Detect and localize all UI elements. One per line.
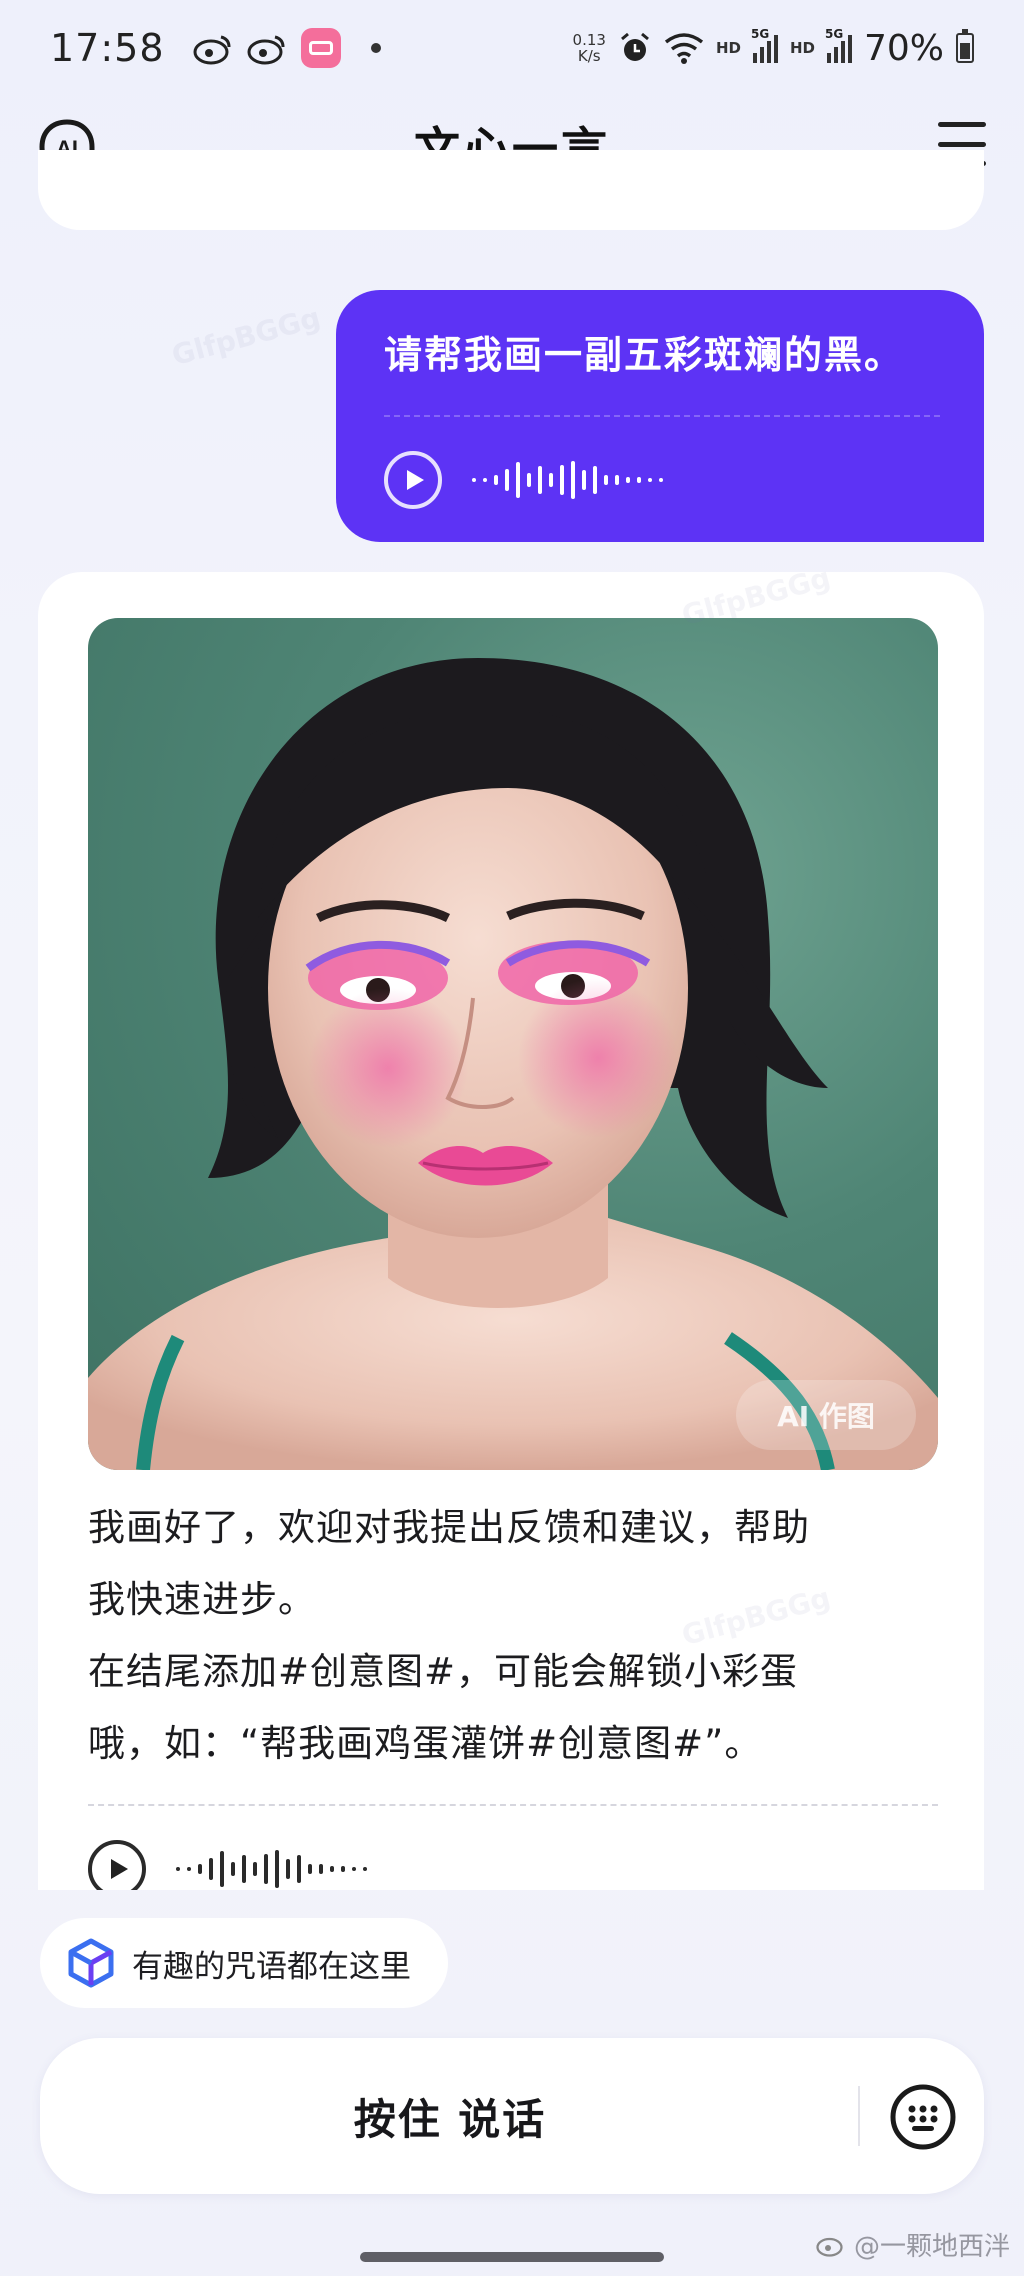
battery-percent: 70% — [863, 27, 944, 69]
waveform-bar — [242, 1855, 246, 1883]
waveform-bar — [538, 466, 542, 494]
waveform-bar — [659, 478, 663, 482]
ai-generated-badge: AI 作图 — [736, 1380, 916, 1450]
waveform-bar — [330, 1866, 334, 1872]
input-bar: 按住 说话 — [40, 2038, 984, 2194]
divider — [88, 1804, 938, 1806]
waveform-bar — [231, 1862, 235, 1876]
5g-label: 5G — [824, 27, 844, 41]
waveform-bar — [341, 1866, 345, 1872]
waveform-bar — [527, 473, 531, 487]
user-message-text: 请帮我画一副五彩斑斓的黑。 — [384, 333, 905, 377]
divider — [384, 415, 940, 417]
waveform-bar — [505, 469, 509, 491]
ai-text-line: 我快速进步。 — [88, 1578, 316, 1621]
signal-icon: 5G — [751, 27, 778, 63]
prompt-tips-chip[interactable]: 有趣的咒语都在这里 — [40, 1918, 448, 2008]
5g-label: 5G — [750, 27, 770, 41]
waveform-bar — [604, 475, 608, 485]
play-icon — [407, 470, 424, 490]
waveform-bar — [352, 1867, 356, 1871]
waveform-bar — [286, 1859, 290, 1879]
ai-response-card: AI 作图 我画好了，欢迎对我提出反馈和建议，帮助 我快速进步。 在结尾添加#创… — [38, 572, 984, 1890]
waveform-bar — [220, 1851, 224, 1887]
weibo-icon — [247, 33, 287, 65]
weibo-watermark: @一颗地西泮 — [816, 2226, 1010, 2263]
play-icon — [111, 1859, 128, 1879]
audio-waveform-icon — [176, 1847, 367, 1890]
signal-icon: 5G — [825, 27, 852, 63]
notification-dot-icon — [370, 43, 381, 53]
hd-label: HD — [715, 39, 741, 57]
waveform-bar — [264, 1854, 268, 1884]
waveform-bar — [615, 475, 619, 485]
wifi-icon — [664, 33, 704, 64]
ai-text-line: 我画好了，欢迎对我提出反馈和建议，帮助 — [88, 1506, 810, 1549]
divider — [858, 2086, 860, 2146]
play-audio-button[interactable] — [384, 451, 442, 509]
ai-text-line: 哦，如：“帮我画鸡蛋灌饼#创意图#”。 — [88, 1722, 763, 1765]
overlay-watermark: GlfpBGGg — [168, 300, 324, 373]
waveform-bar — [560, 465, 564, 495]
waveform-bar — [275, 1850, 279, 1888]
waveform-bar — [494, 475, 498, 485]
network-speed-value: 0.13 — [572, 31, 606, 49]
cube-icon — [68, 1938, 114, 1988]
keyboard-icon — [890, 2084, 956, 2150]
waveform-bar — [571, 461, 575, 499]
generated-image[interactable]: AI 作图 — [88, 618, 938, 1470]
waveform-bar — [209, 1858, 213, 1880]
waveform-bar — [626, 477, 630, 483]
waveform-bar — [472, 478, 476, 482]
waveform-bar — [187, 1867, 191, 1871]
waveform-bar — [637, 477, 641, 483]
previous-message-card — [38, 150, 984, 230]
waveform-bar — [297, 1855, 301, 1883]
user-voice-row — [384, 451, 936, 509]
waveform-bar — [198, 1864, 202, 1874]
waveform-bar — [176, 1867, 180, 1871]
weibo-icon — [816, 2237, 843, 2257]
status-right: 0.13 K/s HD 5G HD 5G 70% — [573, 27, 974, 69]
bilibili-icon — [300, 28, 341, 68]
waveform-bar — [549, 473, 553, 487]
user-message-bubble: 请帮我画一副五彩斑斓的黑。 — [336, 290, 984, 542]
waveform-bar — [582, 470, 586, 490]
play-audio-button[interactable] — [88, 1840, 146, 1890]
waveform-bar — [648, 478, 652, 482]
waveform-bar — [319, 1864, 323, 1874]
ai-voice-row — [88, 1840, 367, 1890]
weibo-icon — [193, 33, 233, 65]
audio-waveform-icon — [472, 458, 663, 502]
hd-label: HD — [789, 39, 815, 57]
network-speed: 0.13 K/s — [573, 32, 606, 64]
portrait-illustration — [88, 658, 938, 1470]
status-bar: 17:58 0.13 K/s HD 5G HD 5G 70% — [0, 0, 1024, 96]
battery-icon — [956, 29, 974, 63]
waveform-bar — [363, 1867, 367, 1871]
waveform-bar — [516, 462, 520, 498]
waveform-bar — [593, 466, 597, 494]
ai-response-text: 我画好了，欢迎对我提出反馈和建议，帮助 我快速进步。 在结尾添加#创意图#，可能… — [88, 1492, 938, 1780]
home-indicator[interactable] — [360, 2252, 664, 2262]
alarm-icon — [620, 32, 649, 61]
prompt-tips-label: 有趣的咒语都在这里 — [132, 1948, 411, 1985]
hold-to-talk-button[interactable]: 按住 说话 — [40, 2038, 860, 2194]
watermark-text: @一颗地西泮 — [853, 2232, 1010, 2262]
waveform-bar — [483, 478, 487, 482]
status-left: 17:58 — [50, 26, 381, 70]
ai-text-line: 在结尾添加#创意图#，可能会解锁小彩蛋 — [88, 1650, 799, 1693]
network-speed-unit: K/s — [577, 47, 601, 65]
keyboard-toggle-button[interactable] — [888, 2082, 958, 2152]
status-time: 17:58 — [50, 26, 165, 70]
waveform-bar — [253, 1862, 257, 1876]
waveform-bar — [308, 1864, 312, 1874]
